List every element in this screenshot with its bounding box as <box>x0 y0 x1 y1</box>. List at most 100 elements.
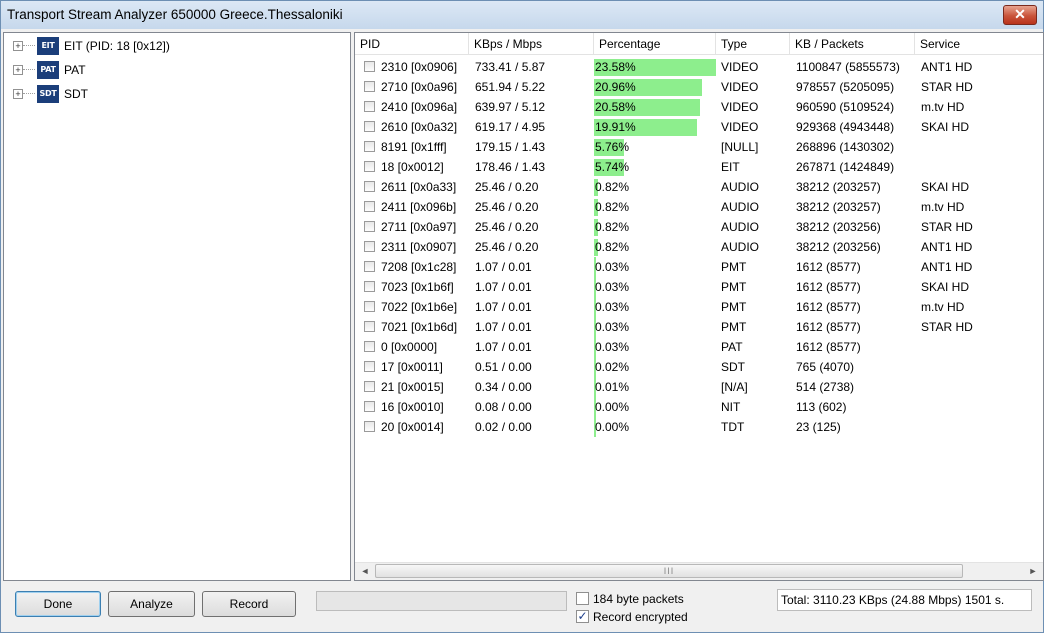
pid-cell: 2311 [0x0907] <box>381 240 457 254</box>
table-row[interactable]: 20 [0x0014] 0.02 / 0.00 0.00% TDT 23 (125) <box>355 417 1043 437</box>
rate-cell: 0.34 / 0.00 <box>475 380 532 394</box>
kb-packets-cell: 765 (4070) <box>796 360 855 374</box>
row-checkbox[interactable] <box>364 161 375 172</box>
table-row[interactable]: 8191 [0x1fff] 179.15 / 1.43 5.76% [NULL] 268… <box>355 137 1043 157</box>
kb-packets-cell: 113 (602) <box>796 400 847 414</box>
row-checkbox[interactable] <box>364 181 375 192</box>
scroll-thumb[interactable]: III <box>375 564 963 578</box>
row-checkbox[interactable] <box>364 241 375 252</box>
service-cell: SKAI HD <box>921 280 970 294</box>
pid-list[interactable]: PID KBps / Mbps Percentage Type KB / Pac… <box>354 32 1044 581</box>
table-row[interactable]: 18 [0x0012] 178.46 / 1.43 5.74% EIT 267871 (… <box>355 157 1043 177</box>
tree-connector <box>23 45 35 46</box>
table-row[interactable]: 17 [0x0011] 0.51 / 0.00 0.02% SDT 765 (4070) <box>355 357 1043 377</box>
tree-item-label: EIT (PID: 18 [0x12]) <box>64 39 170 53</box>
kb-packets-cell: 38212 (203256) <box>796 220 881 234</box>
type-cell: SDT <box>721 360 745 374</box>
column-percentage[interactable]: Percentage <box>594 33 716 54</box>
tree-item[interactable]: + SDT SDT <box>4 84 344 104</box>
record-encrypted-checkbox[interactable]: ✓ <box>576 610 589 623</box>
kb-packets-cell: 38212 (203256) <box>796 240 881 254</box>
table-row[interactable]: 7023 [0x1b6f] 1.07 / 0.01 0.03% PMT 1612 (85… <box>355 277 1043 297</box>
row-checkbox[interactable] <box>364 261 375 272</box>
close-button[interactable]: ✕ <box>1003 5 1037 25</box>
pid-cell: 7021 [0x1b6d] <box>381 320 458 334</box>
tree-item[interactable]: + PAT PAT <box>4 60 344 80</box>
table-row[interactable]: 7208 [0x1c28] 1.07 / 0.01 0.03% PMT 1612 (85… <box>355 257 1043 277</box>
column-service[interactable]: Service <box>915 33 1043 54</box>
column-kb-packets[interactable]: KB / Packets <box>790 33 915 54</box>
table-row[interactable]: 7022 [0x1b6e] 1.07 / 0.01 0.03% PMT 1612 (85… <box>355 297 1043 317</box>
table-tree[interactable]: + EIT EIT (PID: 18 [0x12]) + PAT PAT + SDT SDT <box>3 32 351 581</box>
table-row[interactable]: 16 [0x0010] 0.08 / 0.00 0.00% NIT 113 (602) <box>355 397 1043 417</box>
title-bar[interactable]: Transport Stream Analyzer 650000 Greece.… <box>1 1 1043 29</box>
record-button[interactable]: Record <box>202 591 296 617</box>
scroll-right-icon[interactable]: ► <box>1025 565 1041 578</box>
type-cell: PMT <box>721 280 747 294</box>
expand-icon[interactable]: + <box>13 89 23 99</box>
service-cell: ANT1 HD <box>921 60 973 74</box>
record-encrypted-label[interactable]: Record encrypted <box>593 610 688 624</box>
kb-packets-cell: 38212 (203257) <box>796 180 881 194</box>
rate-cell: 0.02 / 0.00 <box>475 420 532 434</box>
pid-cell: 2410 [0x096a] <box>381 100 458 114</box>
table-row[interactable]: 2310 [0x0906] 733.41 / 5.87 23.58% VIDEO 110… <box>355 57 1043 77</box>
horizontal-scrollbar[interactable]: ◄ III ► <box>355 562 1043 580</box>
column-rate[interactable]: KBps / Mbps <box>469 33 594 54</box>
column-type[interactable]: Type <box>716 33 790 54</box>
rate-cell: 25.46 / 0.20 <box>475 240 539 254</box>
service-cell: ANT1 HD <box>921 260 973 274</box>
byte184-label[interactable]: 184 byte packets <box>593 592 684 606</box>
row-checkbox[interactable] <box>364 401 375 412</box>
table-row[interactable]: 2711 [0x0a97] 25.46 / 0.20 0.82% AUDIO 38212… <box>355 217 1043 237</box>
row-checkbox[interactable] <box>364 381 375 392</box>
table-row[interactable]: 0 [0x0000] 1.07 / 0.01 0.03% PAT 1612 (8577) <box>355 337 1043 357</box>
row-checkbox[interactable] <box>364 281 375 292</box>
row-checkbox[interactable] <box>364 201 375 212</box>
kb-packets-cell: 38212 (203257) <box>796 200 881 214</box>
table-row[interactable]: 2710 [0x0a96] 651.94 / 5.22 20.96% VIDEO 978… <box>355 77 1043 97</box>
row-checkbox[interactable] <box>364 61 375 72</box>
rate-cell: 1.07 / 0.01 <box>475 300 532 314</box>
row-checkbox[interactable] <box>364 361 375 372</box>
rate-cell: 25.46 / 0.20 <box>475 200 539 214</box>
type-cell: TDT <box>721 420 745 434</box>
expand-icon[interactable]: + <box>13 65 23 75</box>
type-cell: AUDIO <box>721 240 760 254</box>
row-checkbox[interactable] <box>364 81 375 92</box>
table-row[interactable]: 2611 [0x0a33] 25.46 / 0.20 0.82% AUDIO 38212… <box>355 177 1043 197</box>
done-button[interactable]: Done <box>15 591 101 617</box>
tree-item[interactable]: + EIT EIT (PID: 18 [0x12]) <box>4 36 344 56</box>
table-row[interactable]: 2411 [0x096b] 25.46 / 0.20 0.82% AUDIO 38212… <box>355 197 1043 217</box>
pid-cell: 21 [0x0015] <box>381 380 444 394</box>
row-checkbox[interactable] <box>364 221 375 232</box>
service-cell: SKAI HD <box>921 120 970 134</box>
row-checkbox[interactable] <box>364 301 375 312</box>
scroll-left-icon[interactable]: ◄ <box>357 565 373 578</box>
type-cell: VIDEO <box>721 100 759 114</box>
row-checkbox[interactable] <box>364 321 375 332</box>
table-icon: PAT <box>37 61 59 79</box>
pid-cell: 2710 [0x0a96] <box>381 80 458 94</box>
table-row[interactable]: 2410 [0x096a] 639.97 / 5.12 20.58% VIDEO 960… <box>355 97 1043 117</box>
expand-icon[interactable]: + <box>13 41 23 51</box>
column-pid[interactable]: PID <box>355 33 469 54</box>
analyze-button[interactable]: Analyze <box>108 591 195 617</box>
row-checkbox[interactable] <box>364 141 375 152</box>
pid-cell: 2611 [0x0a33] <box>381 180 457 194</box>
percentage-cell: 0.82% <box>595 200 630 214</box>
row-checkbox[interactable] <box>364 421 375 432</box>
table-row[interactable]: 2311 [0x0907] 25.46 / 0.20 0.82% AUDIO 38212… <box>355 237 1043 257</box>
row-checkbox[interactable] <box>364 341 375 352</box>
table-row[interactable]: 21 [0x0015] 0.34 / 0.00 0.01% [N/A] 514 (273… <box>355 377 1043 397</box>
type-cell: PMT <box>721 300 747 314</box>
byte184-checkbox[interactable] <box>576 592 589 605</box>
kb-packets-cell: 1612 (8577) <box>796 260 861 274</box>
close-icon: ✕ <box>1014 6 1026 22</box>
type-cell: VIDEO <box>721 120 759 134</box>
row-checkbox[interactable] <box>364 121 375 132</box>
service-cell: m.tv HD <box>921 300 965 314</box>
table-row[interactable]: 2610 [0x0a32] 619.17 / 4.95 19.91% VIDEO 929… <box>355 117 1043 137</box>
table-row[interactable]: 7021 [0x1b6d] 1.07 / 0.01 0.03% PMT 1612 (85… <box>355 317 1043 337</box>
row-checkbox[interactable] <box>364 101 375 112</box>
